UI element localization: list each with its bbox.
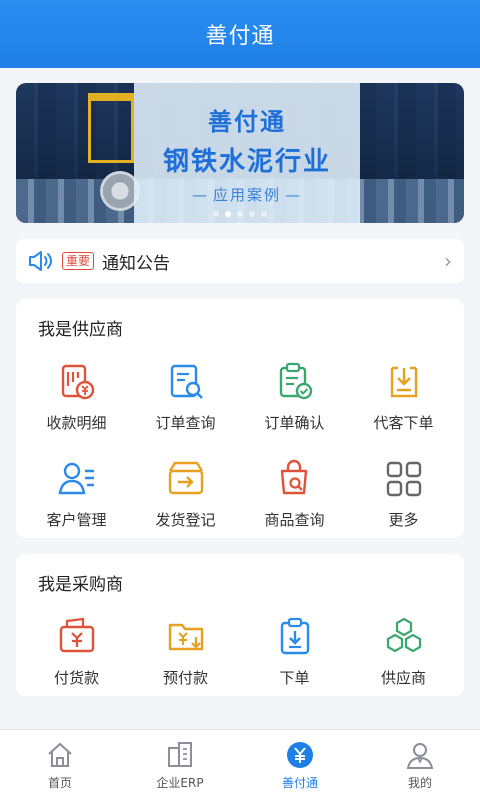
grid-item-shipment-box[interactable]: 发货登记	[131, 445, 240, 530]
page-title: 善付通	[205, 24, 275, 49]
order-confirm-icon	[279, 362, 312, 400]
promo-banner[interactable]: 善付通 钢铁水泥行业 应用案例	[16, 83, 464, 223]
pay-yuan-icon	[59, 617, 94, 653]
grid-item-label: 客户管理	[46, 511, 107, 529]
pagination-dot[interactable]	[261, 211, 267, 217]
supplier-title: 我是供应商	[38, 315, 123, 342]
yuan-coin-icon	[287, 741, 313, 768]
buildings-icon	[168, 741, 192, 767]
receipt-yuan-icon	[61, 364, 94, 400]
grid-item-label: 下单	[279, 669, 310, 687]
home-icon	[48, 742, 72, 767]
buyer-section: 我是采购商 付货款 预付款 下单 供应商	[16, 554, 464, 696]
tab-label: 善付通	[281, 775, 318, 790]
tab-buildings[interactable]: 企业ERP	[120, 730, 240, 800]
grid-item-grid-more[interactable]: 更多	[349, 445, 458, 530]
grid-item-label: 订单查询	[155, 414, 216, 432]
banner-pagination	[16, 211, 464, 217]
customer-icon	[58, 462, 94, 495]
pagination-dot[interactable]	[249, 211, 255, 217]
tab-user[interactable]: 我的	[360, 730, 480, 800]
grid-item-order-search[interactable]: 订单查询	[131, 348, 240, 433]
grid-item-label: 预付款	[162, 669, 208, 687]
tab-label: 企业ERP	[156, 775, 204, 790]
download-order-icon	[390, 366, 417, 398]
prepay-folder-icon	[168, 623, 203, 651]
crane-graphic	[88, 93, 134, 163]
tab-label: 首页	[47, 775, 72, 790]
app-header: 善付通	[0, 0, 480, 68]
grid-item-bag-search[interactable]: 商品查询	[240, 445, 349, 530]
buyer-grid: 付货款 预付款 下单 供应商	[22, 603, 458, 688]
tab-home[interactable]: 首页	[0, 730, 120, 800]
buyer-title: 我是采购商	[38, 570, 123, 597]
supplier-grid: 收款明细 订单查询 订单确认 代客下单客户管理 发货登记 商品查询 更多	[22, 348, 458, 530]
grid-item-receipt-yuan[interactable]: 收款明细	[22, 348, 131, 433]
grid-item-label: 付货款	[53, 669, 99, 687]
grid-item-label: 代客下单	[373, 414, 434, 432]
pagination-dot[interactable]	[225, 211, 231, 217]
main-content: 善付通 钢铁水泥行业 应用案例 重要 通知公告 › 我是供应商 收款明细 订单查询…	[0, 68, 480, 745]
grid-item-pay-yuan[interactable]: 付货款	[22, 603, 131, 688]
bag-search-icon	[280, 459, 307, 495]
tab-yuan-coin[interactable]: 善付通	[240, 730, 360, 800]
order-search-icon	[170, 364, 203, 399]
grid-item-clipboard-order[interactable]: 下单	[240, 603, 349, 688]
banner-industry: 钢铁水泥行业	[162, 146, 331, 177]
tab-label: 我的	[407, 775, 432, 790]
grid-item-label: 供应商	[380, 669, 426, 687]
grid-item-label: 订单确认	[264, 414, 325, 432]
grid-item-label: 更多	[388, 511, 419, 529]
user-icon	[406, 742, 434, 769]
notice-label: 通知公告	[102, 253, 171, 274]
grid-item-label: 发货登记	[155, 511, 216, 529]
supplier-section: 我是供应商 收款明细 订单查询 订单确认 代客下单客户管理 发货登记 商品查询 更多	[16, 299, 464, 538]
pagination-dot[interactable]	[237, 211, 243, 217]
grid-item-order-confirm[interactable]: 订单确认	[240, 348, 349, 433]
banner-subtitle: 应用案例	[188, 184, 306, 205]
chevron-right-icon: ›	[444, 249, 452, 273]
grid-item-label: 商品查询	[264, 511, 325, 529]
grid-item-prepay-folder[interactable]: 预付款	[131, 603, 240, 688]
grid-item-customer[interactable]: 客户管理	[22, 445, 131, 530]
megaphone-icon	[29, 251, 52, 271]
banner-brand: 善付通	[208, 107, 286, 136]
shipment-box-icon	[168, 461, 203, 495]
grid-more-icon	[386, 461, 421, 497]
hexagon-supplier-icon	[386, 617, 421, 653]
grid-item-label: 收款明细	[46, 414, 107, 432]
grid-item-download-order[interactable]: 代客下单	[349, 348, 458, 433]
important-badge: 重要	[62, 252, 95, 270]
pagination-dot[interactable]	[213, 211, 219, 217]
clipboard-order-icon	[280, 617, 309, 655]
bottom-tab-bar: 首页 企业ERP 善付通 我的	[0, 729, 480, 800]
notice-bar[interactable]: 重要 通知公告 ›	[16, 239, 464, 283]
grid-item-hexagon-supplier[interactable]: 供应商	[349, 603, 458, 688]
banner-card: 善付通 钢铁水泥行业 应用案例	[134, 83, 360, 223]
